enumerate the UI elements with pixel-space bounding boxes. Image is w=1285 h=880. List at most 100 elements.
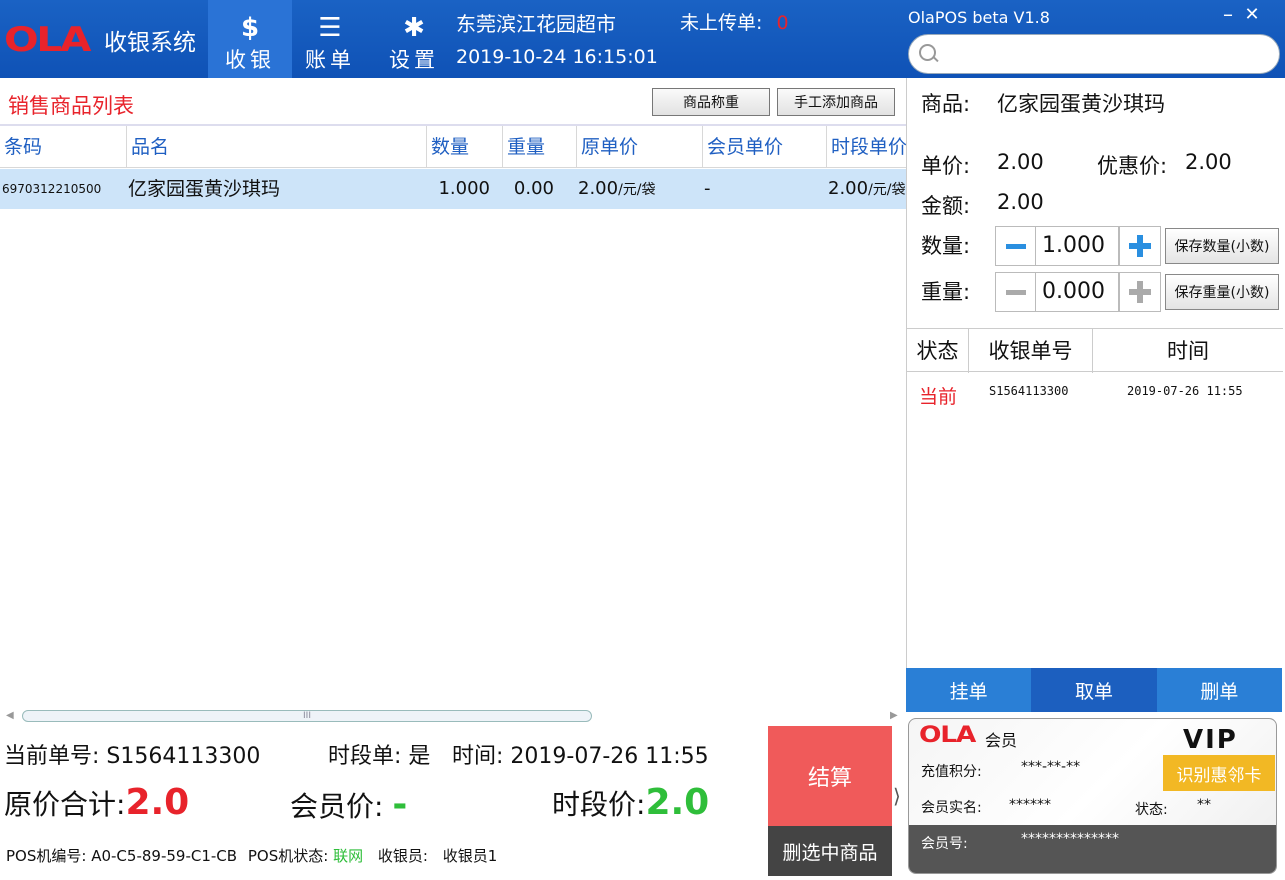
qty-minus-button[interactable]: [995, 226, 1037, 266]
points-value: ***-**-**: [1021, 759, 1081, 775]
realname-label: 会员实名:: [921, 800, 982, 816]
weight-minus-button[interactable]: [995, 272, 1037, 312]
checkout-button[interactable]: 结算: [768, 726, 892, 826]
nav-bills[interactable]: ☰ 账单: [288, 0, 372, 78]
detail-unit-price-label: 单价:: [921, 154, 971, 178]
period-order-label: 时段单:: [328, 744, 402, 769]
cell-qty: 1.000: [438, 178, 490, 199]
orders-table-header: 状态 收银单号 时间: [907, 328, 1283, 373]
period-price-label: 时段价:: [552, 788, 646, 821]
order-no-value: S1564113300: [106, 744, 261, 769]
weight-field[interactable]: 0.000: [1035, 272, 1119, 312]
search-input[interactable]: [947, 45, 1247, 63]
vip-label: VIP: [1183, 725, 1238, 755]
current-order-no: 当前单号: S1564113300: [4, 738, 260, 770]
qty-field[interactable]: 1.000: [1035, 226, 1119, 266]
nav-settings-label: 设置: [389, 48, 439, 72]
order-no: S1564113300: [989, 384, 1069, 398]
search-box[interactable]: [908, 34, 1280, 74]
detail-unit-price: 2.00: [997, 150, 1044, 174]
detail-amount-label: 金额:: [921, 194, 971, 218]
col-weight[interactable]: 重量: [502, 126, 576, 168]
delete-order-button[interactable]: 删单: [1156, 668, 1282, 712]
product-list-title: 销售商品列表: [8, 94, 134, 118]
top-header: OLA 收银系统 $ 收银 ☰ 账单 ✱ 设置 东莞滨江花园超市 2019-10…: [0, 0, 906, 78]
order-no-label: 当前单号:: [4, 744, 100, 769]
save-qty-button[interactable]: 保存数量(小数): [1165, 228, 1279, 264]
recognize-card-button[interactable]: 识别惠邻卡: [1163, 755, 1275, 791]
detail-amount: 2.00: [997, 190, 1044, 214]
order-time: 2019-07-26 11:55: [1127, 384, 1243, 398]
detail-discount-label: 优惠价:: [1097, 154, 1168, 178]
col-qty[interactable]: 数量: [426, 126, 502, 168]
unuploaded-label: 未上传单:: [680, 12, 763, 34]
cell-price-unit: /元/袋: [618, 182, 656, 198]
detail-qty-label: 数量:: [921, 234, 971, 258]
order-time-value: 2019-07-26 11:55: [510, 744, 709, 769]
weigh-product-button[interactable]: 商品称重: [652, 88, 770, 116]
period-order: 时段单: 是: [328, 738, 430, 770]
ola-logo-mark: OLA: [4, 20, 91, 60]
col-status: 状态: [907, 329, 969, 373]
member-price-label: 会员价:: [290, 790, 384, 823]
retrieve-order-button[interactable]: 取单: [1031, 668, 1157, 712]
detail-product-label: 商品:: [921, 92, 971, 116]
delete-selected-button[interactable]: 删选中商品: [768, 826, 892, 876]
member-no-value: **************: [1021, 831, 1119, 847]
horizontal-scrollbar[interactable]: ◀ III ▶: [4, 708, 902, 724]
period-price-total: 时段价:2.0: [552, 782, 709, 823]
header-datetime: 2019-10-24 16:15:01: [456, 46, 658, 68]
cell-period-price-value: 2.00: [828, 178, 869, 199]
pos-status-label: POS机状态:: [247, 847, 329, 865]
nav-cashier-label: 收银: [225, 48, 275, 72]
pos-window: OLA 收银系统 $ 收银 ☰ 账单 ✱ 设置 东莞滨江花园超市 2019-10…: [0, 0, 1285, 880]
member-number-bar: 会员号: **************: [909, 825, 1276, 873]
pos-no-label: POS机编号:: [6, 847, 87, 865]
col-order-no: 收银单号: [969, 329, 1093, 373]
manual-add-product-button[interactable]: 手工添加商品: [777, 88, 895, 116]
order-actions: 挂单 取单 删单: [906, 668, 1282, 712]
order-row[interactable]: 当前 S1564113300 2019-07-26 11:55: [907, 378, 1283, 408]
member-ola-logo: OLA: [919, 723, 976, 748]
cell-period-price: 2.00/元/袋: [828, 169, 906, 209]
minimize-button[interactable]: –: [1216, 2, 1240, 26]
plus-icon: [1129, 235, 1151, 257]
detail-product-name: 亿家园蛋黄沙琪玛: [997, 92, 1165, 116]
gear-icon: ✱: [403, 13, 425, 43]
nav-bills-label: 账单: [305, 48, 355, 72]
col-time: 时间: [1167, 339, 1209, 363]
nav-cashier[interactable]: $ 收银: [208, 0, 292, 78]
scroll-thumb[interactable]: III: [22, 710, 592, 722]
points-label: 充值积分:: [921, 764, 982, 780]
collapse-panel-icon[interactable]: ⟩: [893, 784, 901, 808]
scroll-left-arrow-icon[interactable]: ◀: [6, 710, 14, 721]
col-name[interactable]: 品名: [126, 126, 426, 168]
col-member-price[interactable]: 会员单价: [702, 126, 826, 168]
save-weight-button[interactable]: 保存重量(小数): [1165, 274, 1279, 310]
col-period-price[interactable]: 时段单价: [826, 126, 906, 168]
search-icon: [919, 44, 939, 64]
scroll-right-arrow-icon[interactable]: ▶: [890, 710, 898, 721]
minus-icon: [1006, 243, 1026, 249]
member-status-value: **: [1197, 797, 1211, 813]
nav-settings[interactable]: ✱ 设置: [372, 0, 456, 78]
store-name: 东莞滨江花园超市: [456, 12, 616, 36]
cashier-value: 收银员1: [442, 847, 498, 865]
col-price[interactable]: 原单价: [576, 126, 702, 168]
original-total: 原价合计:2.0: [4, 782, 189, 823]
unuploaded-orders: 未上传单: 0: [680, 8, 789, 35]
cell-period-price-unit: /元/袋: [868, 182, 906, 198]
close-button[interactable]: ✕: [1240, 4, 1264, 25]
table-row[interactable]: 6970312210500 亿家园蛋黄沙琪玛 1.000 0.00 2.00/元…: [0, 169, 906, 209]
period-order-value: 是: [408, 744, 431, 769]
col-barcode[interactable]: 条码: [0, 126, 126, 168]
pos-no-value: A0-C5-89-59-C1-CB: [91, 847, 238, 865]
dollar-icon: $: [240, 13, 260, 43]
weight-plus-button[interactable]: [1119, 272, 1161, 312]
cell-price: 2.00/元/袋: [578, 169, 700, 209]
qty-plus-button[interactable]: [1119, 226, 1161, 266]
original-total-label: 原价合计:: [4, 788, 126, 821]
hold-order-button[interactable]: 挂单: [906, 668, 1032, 712]
order-status: 当前: [919, 386, 958, 408]
minus-icon: [1006, 289, 1026, 295]
